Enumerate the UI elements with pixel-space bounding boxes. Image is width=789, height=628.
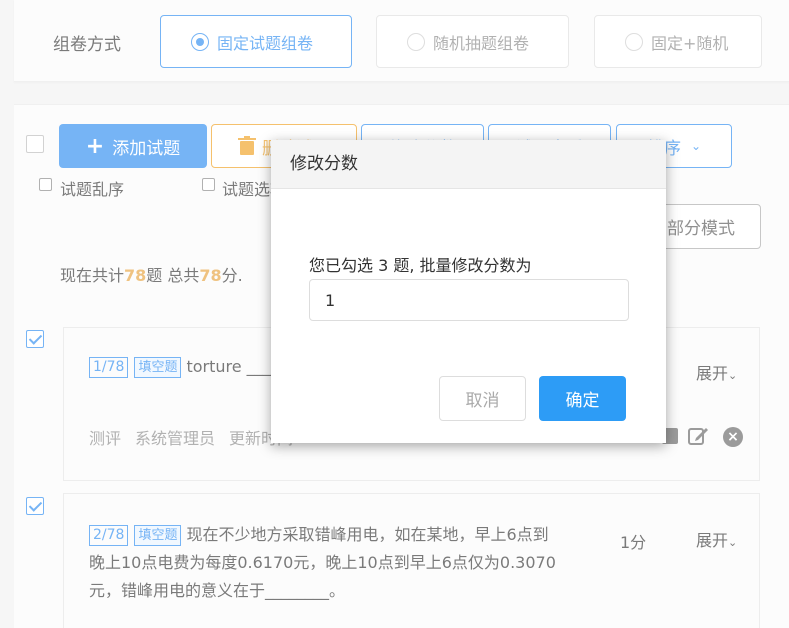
score-input[interactable] bbox=[309, 279, 629, 321]
dialog-message: 您已勾选 3 题, 批量修改分数为 bbox=[309, 256, 532, 275]
confirm-label: 确定 bbox=[565, 391, 600, 411]
cancel-button[interactable]: 取消 bbox=[439, 376, 526, 421]
confirm-button[interactable]: 确定 bbox=[539, 376, 626, 421]
cancel-label: 取消 bbox=[465, 391, 500, 411]
edit-score-dialog: 修改分数 您已勾选 3 题, 批量修改分数为 取消 确定 bbox=[271, 140, 666, 443]
dialog-title: 修改分数 bbox=[271, 140, 666, 189]
